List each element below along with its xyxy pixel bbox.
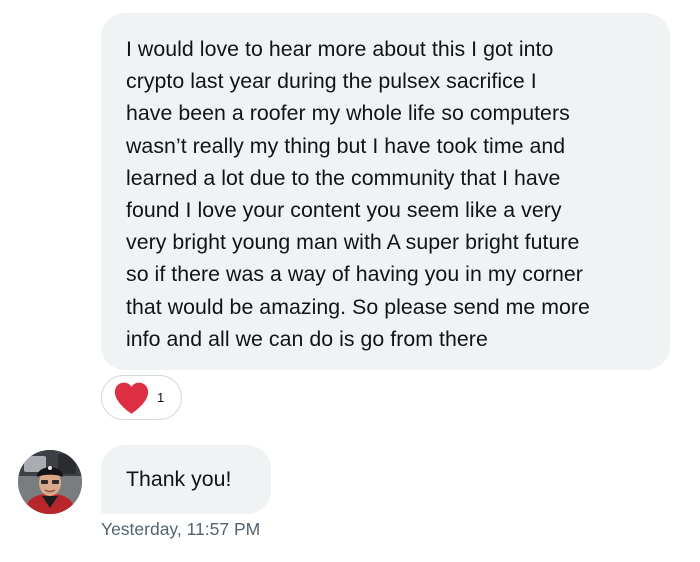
reply-bubble[interactable]: Thank you! (101, 445, 271, 514)
dm-conversation: I would love to hear more about this I g… (0, 0, 700, 562)
message-bubble[interactable]: I would love to hear more about this I g… (101, 13, 670, 370)
reply-text: Thank you! (126, 467, 232, 491)
reaction-badge[interactable]: 1 (101, 375, 182, 420)
reaction-count: 1 (157, 390, 165, 405)
message-text: I would love to hear more about this I g… (126, 37, 590, 351)
heart-icon (114, 382, 149, 414)
avatar-image (18, 450, 82, 514)
avatar[interactable] (18, 450, 82, 514)
message-timestamp: Yesterday, 11:57 PM (101, 519, 261, 539)
